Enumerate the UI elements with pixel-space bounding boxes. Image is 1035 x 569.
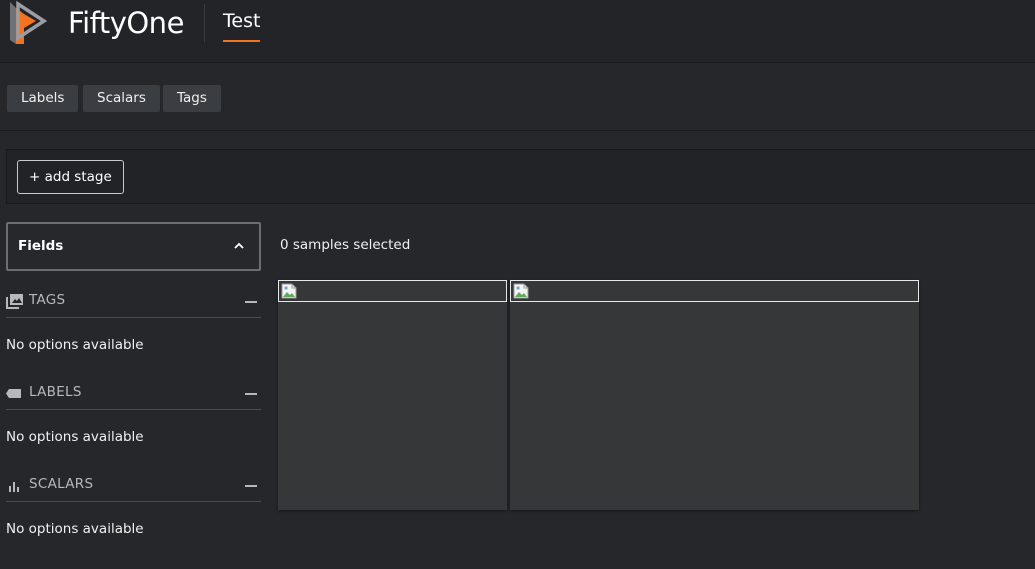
label-tag-icon (6, 389, 21, 398)
collapse-icon[interactable] (245, 485, 257, 487)
tab-tags[interactable]: Tags (163, 85, 221, 112)
sample-image[interactable] (278, 280, 507, 302)
brand-name[interactable]: FiftyOne (68, 6, 184, 40)
display-tabs-bar: Labels Scalars Tags (0, 63, 1035, 131)
selected-count: 0 samples selected (280, 237, 411, 253)
image-icon (6, 294, 23, 309)
broken-image-icon (281, 283, 297, 299)
header-divider (204, 4, 205, 42)
view-bar: + add stage (6, 149, 1035, 204)
group-header-scalars[interactable]: SCALARS (6, 472, 261, 502)
group-header-labels[interactable]: LABELS (6, 380, 261, 410)
group-label-scalars: SCALARS (29, 476, 94, 492)
sample-card[interactable] (278, 280, 507, 510)
fields-label: Fields (18, 238, 64, 254)
fiftyone-logo-icon[interactable] (4, 0, 50, 44)
collapse-icon[interactable] (245, 393, 257, 395)
app-header: FiftyOne Test (0, 0, 1035, 63)
dataset-tab[interactable]: Test (223, 10, 261, 42)
broken-image-icon (513, 283, 529, 299)
sample-card[interactable] (510, 280, 919, 510)
tags-empty-text: No options available (6, 337, 144, 353)
scalars-empty-text: No options available (6, 521, 144, 537)
sample-image[interactable] (510, 280, 919, 302)
group-header-tags[interactable]: TAGS (6, 288, 261, 318)
fields-dropdown[interactable]: Fields (6, 222, 261, 271)
group-label-labels: LABELS (29, 384, 82, 400)
bar-chart-icon (9, 482, 19, 492)
chevron-up-icon[interactable] (233, 240, 245, 252)
tab-labels[interactable]: Labels (7, 85, 79, 112)
add-stage-button[interactable]: + add stage (17, 160, 124, 194)
collapse-icon[interactable] (245, 301, 257, 303)
tab-scalars[interactable]: Scalars (83, 85, 160, 112)
group-label-tags: TAGS (29, 292, 66, 308)
labels-empty-text: No options available (6, 429, 144, 445)
